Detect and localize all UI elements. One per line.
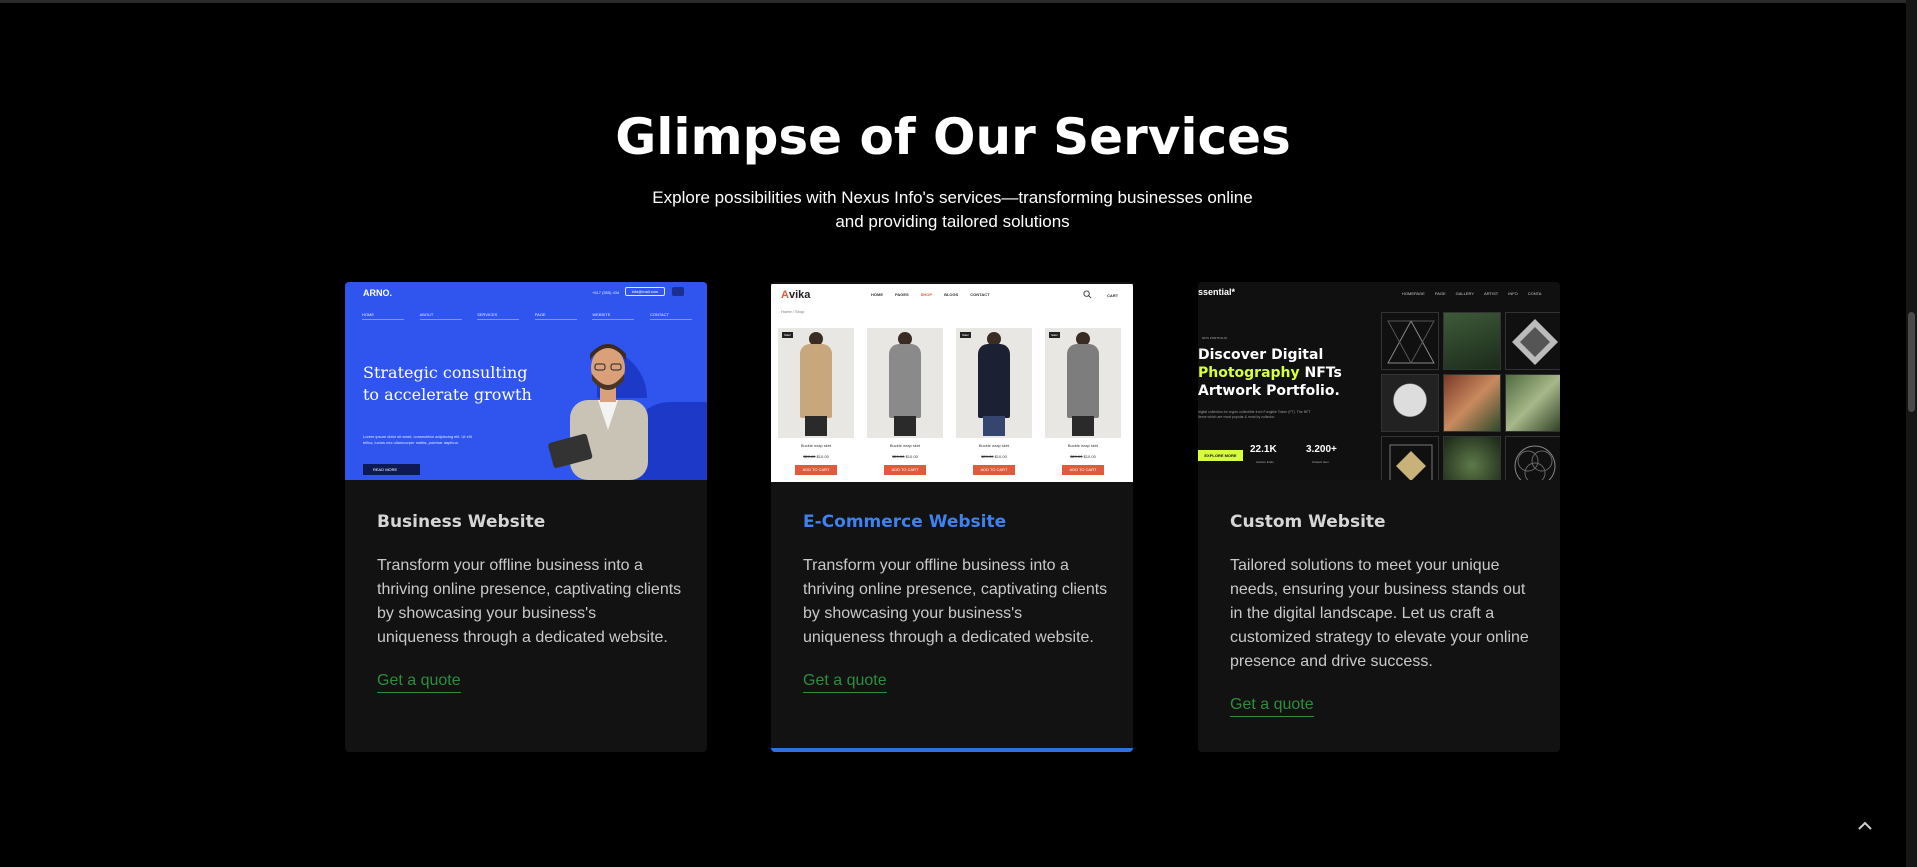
get-a-quote-link[interactable]: Get a quote (803, 672, 887, 693)
preview-product: Sale! Buckle wrap skirt $20.00 $10.00 AD… (1045, 328, 1121, 475)
preview-nav: HOMEPAGE PAGE GALLERY ARTIST INFO CONTA (1402, 291, 1542, 296)
card-description: Transform your offline business into a t… (377, 557, 682, 646)
get-a-quote-link[interactable]: Get a quote (377, 672, 461, 693)
service-card-business: ARNO. +617 (555) 434 info@mail.com HOME … (345, 282, 707, 752)
preview-headline: Discover Digital Photography NFTs Artwor… (1198, 347, 1342, 399)
preview-search-icon (672, 287, 684, 296)
service-card-custom: ssential* HOMEPAGE PAGE GALLERY ARTIST I… (1198, 282, 1560, 752)
nft-tile (1443, 374, 1501, 432)
nft-tile (1381, 312, 1439, 370)
card-title: E-Commerce Website (803, 512, 1007, 532)
preview-mail: info@mail.com (625, 287, 665, 296)
preview-cart: CART (1107, 293, 1119, 298)
get-a-quote-link[interactable]: Get a quote (1230, 696, 1314, 717)
nft-tile (1381, 436, 1439, 480)
nft-tile (1505, 436, 1560, 480)
preview-nft-grid (1381, 312, 1560, 480)
top-divider (0, 0, 1906, 3)
preview-search-icon (1083, 290, 1092, 299)
custom-website-preview: ssential* HOMEPAGE PAGE GALLERY ARTIST I… (1198, 282, 1560, 480)
service-card-ecommerce: Avika HOME PAGES SHOP BLOGS CONTACT CART… (771, 282, 1133, 752)
preview-read-more: READ MORE (363, 464, 420, 475)
card-title: Business Website (377, 512, 546, 532)
preview-product: Buckle wrap skirt $20.00 $10.00 ADD TO C… (867, 328, 943, 475)
scroll-to-top-icon[interactable] (1855, 818, 1875, 834)
preview-hero-text: Strategic consulting to accelerate growt… (363, 363, 532, 404)
card-title: Custom Website (1230, 512, 1386, 532)
ecommerce-website-preview: Avika HOME PAGES SHOP BLOGS CONTACT CART… (771, 284, 1133, 482)
preview-stat-value: 22.1K (1250, 444, 1277, 455)
nft-tile (1381, 374, 1439, 432)
preview-description: digital collection for crypto collectibl… (1198, 410, 1311, 419)
preview-small-text: Lorem ipsum dolor sit amet, consectetur … (363, 434, 472, 445)
card-description: Tailored solutions to meet your unique n… (1230, 557, 1529, 670)
card-description: Transform your offline business into a t… (803, 557, 1108, 646)
preview-logo: ARNO. (363, 288, 392, 298)
preview-logo: ssential* (1198, 287, 1236, 297)
preview-stat-value: 3.200+ (1306, 444, 1337, 455)
preview-nav: HOME ABOUT SERVICES PAGE WEBSITE CONTACT (362, 312, 692, 320)
preview-breadcrumb: Home / Shop (781, 309, 805, 314)
nft-tile (1443, 436, 1501, 480)
preview-logo: Avika (781, 289, 811, 301)
preview-product: Sale! Buckle wrap skirt $20.00 $10.00 AD… (778, 328, 854, 475)
scrollbar-thumb[interactable] (1908, 312, 1915, 412)
preview-explore-button: EXPLORE MORE (1198, 450, 1243, 461)
nft-tile (1443, 312, 1501, 370)
businessman-image (548, 344, 648, 480)
section-subtitle: Explore possibilities with Nexus Info's … (652, 188, 1253, 231)
nft-tile (1505, 374, 1560, 432)
preview-tag: NFTs PORTFOLIO (1202, 336, 1228, 340)
active-card-indicator (771, 748, 1133, 752)
nft-tile (1505, 312, 1560, 370)
page-scrollbar[interactable] (1906, 0, 1917, 867)
preview-nav: HOME PAGES SHOP BLOGS CONTACT (871, 292, 990, 297)
preview-stat-label: Auction Ends (1256, 460, 1274, 464)
preview-product: Sale! Buckle wrap skirt $20.00 $10.00 AD… (956, 328, 1032, 475)
section-heading: Glimpse of Our Services (615, 108, 1291, 166)
preview-phone: +617 (555) 434 (592, 290, 620, 295)
preview-stat-label: Artwork Item (1312, 460, 1329, 464)
business-website-preview: ARNO. +617 (555) 434 info@mail.com HOME … (345, 282, 707, 480)
